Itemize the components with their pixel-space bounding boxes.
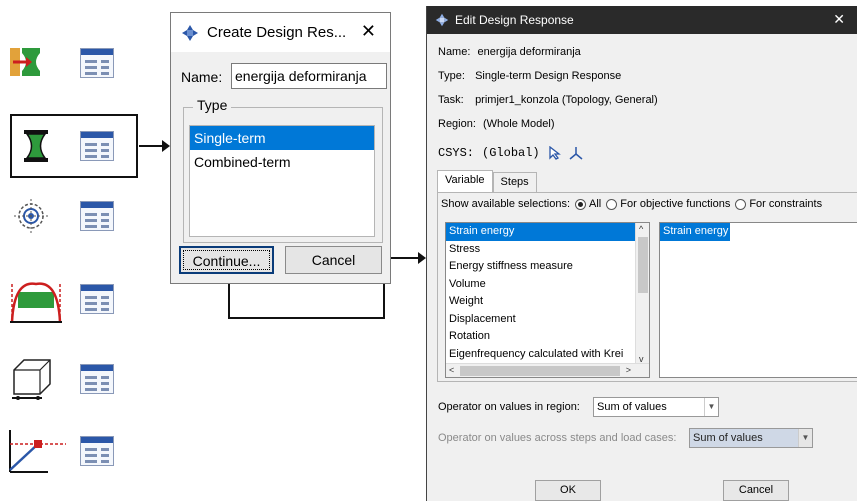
cancel-button[interactable]: Cancel [285,246,382,274]
create-design-response-icon[interactable] [20,130,52,162]
ok-button[interactable]: OK [535,480,601,501]
region-row: Region: (Whole Model) [438,118,555,130]
selected-variable-list[interactable]: Strain energy [659,222,857,378]
design-response-manager-icon[interactable] [80,131,114,161]
close-icon[interactable]: ✕ [361,21,376,42]
radio-objective[interactable] [606,198,618,210]
stop-condition-manager-icon[interactable] [80,436,114,466]
chevron-down-icon[interactable]: ▼ [704,398,718,416]
type-group-label: Type [193,97,232,113]
constraint-manager-icon[interactable] [80,284,114,314]
scroll-thumb[interactable] [460,366,620,376]
name-key: Name: [438,46,471,58]
csys-key: CSYS: [438,146,475,160]
operator-steps-value: Sum of values [693,432,763,444]
close-icon[interactable]: ✕ [833,11,845,28]
csys-row: CSYS: (Global) [438,146,584,160]
type-list[interactable]: Single-term Combined-term [189,125,375,237]
csys-value: (Global) [482,146,540,160]
dialog-titlebar[interactable]: Edit Design Response ✕ [427,6,857,34]
chevron-right-icon[interactable]: > [626,365,631,375]
create-objective-function-icon[interactable] [14,199,48,233]
name-row: Name: energija deformiranja [438,46,581,58]
crosshair-icon [182,24,198,41]
operator-region-select[interactable]: Sum of values ▼ [593,397,719,417]
design-response-manager-icon[interactable] [80,48,114,78]
chevron-down-icon: ▼ [798,429,812,447]
horizontal-scrollbar[interactable]: < > [446,363,649,377]
variable-list[interactable]: Strain energy Stress Energy stiffness me… [445,222,650,378]
radio-constraints[interactable] [735,198,747,210]
region-key: Region: [438,118,476,130]
list-item[interactable]: Displacement [446,311,636,329]
type-option-single-term[interactable]: Single-term [190,126,374,150]
create-geometric-restriction-icon[interactable] [10,354,54,400]
operator-region-label: Operator on values in region: [438,401,580,413]
vertical-scrollbar[interactable]: ^ v [635,223,649,365]
dialog-title: Create Design Res... [207,24,347,41]
task-key: Task: [438,94,464,106]
dialog-titlebar[interactable]: Create Design Res... ✕ [171,13,390,52]
scroll-thumb[interactable] [638,237,648,293]
list-item[interactable]: Energy stiffness measure [446,258,636,276]
operator-steps-select: Sum of values ▼ [689,428,813,448]
type-row: Type: Single-term Design Response [438,70,621,82]
crosshair-icon [435,13,449,27]
radio-objective-label[interactable]: For objective functions [620,198,730,210]
list-item[interactable]: Stress [446,241,636,259]
create-design-response-icon[interactable] [10,46,42,78]
cancel-button[interactable]: Cancel [723,480,789,501]
operator-region-value: Sum of values [597,401,667,413]
type-value: Single-term Design Response [475,70,622,82]
list-item[interactable]: Volume [446,276,636,294]
tab-steps[interactable]: Steps [492,172,537,192]
create-stop-condition-icon[interactable] [8,428,68,474]
objective-function-manager-icon[interactable] [80,201,114,231]
coordinate-system-icon[interactable] [568,146,584,160]
list-item[interactable]: Strain energy [660,223,730,241]
geometric-restriction-manager-icon[interactable] [80,364,114,394]
chevron-left-icon[interactable]: < [449,365,454,375]
radio-all[interactable] [575,198,587,210]
continue-button[interactable]: Continue... [179,246,274,274]
list-item[interactable]: Rotation [446,328,636,346]
tab-bar: Variable Steps [437,170,537,192]
show-label: Show available selections: [441,198,571,210]
tab-variable[interactable]: Variable [437,170,493,192]
dialog-title: Edit Design Response [455,13,574,27]
name-value: energija deformiranja [477,46,581,58]
task-row: Task: primjer1_konzola (Topology, Genera… [438,94,658,106]
radio-constraints-label[interactable]: For constraints [749,198,822,210]
type-key: Type: [438,70,465,82]
show-selections-row: Show available selections: All For objec… [441,198,822,210]
select-arrow-icon[interactable] [548,146,562,160]
radio-all-label[interactable]: All [589,198,601,210]
list-item[interactable]: Strain energy [446,223,636,241]
list-item[interactable]: Eigenfrequency calculated with Krei [446,346,636,364]
type-option-combined-term[interactable]: Combined-term [190,150,374,174]
list-item[interactable]: Weight [446,293,636,311]
edit-design-response-dialog: Edit Design Response ✕ Name: energija de… [426,6,857,501]
task-value: primjer1_konzola (Topology, General) [475,94,658,106]
region-value: (Whole Model) [482,118,555,130]
operator-steps-label: Operator on values across steps and load… [438,432,677,444]
create-constraint-icon[interactable] [10,278,62,324]
chevron-up-icon[interactable]: ^ [639,224,643,234]
name-input[interactable]: energija deformiranja [231,63,387,89]
name-label: Name: [181,69,223,85]
create-design-response-dialog: Create Design Res... ✕ Name: energija de… [170,12,391,284]
